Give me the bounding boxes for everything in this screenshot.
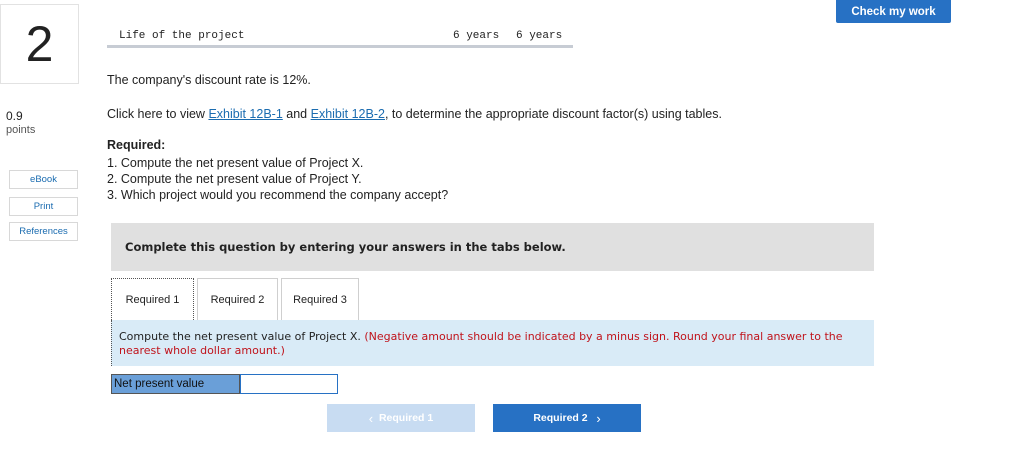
ebook-button[interactable]: eBook (9, 170, 78, 189)
required-heading: Required: (107, 138, 166, 152)
references-button[interactable]: References (9, 222, 78, 241)
prev-label: Required 1 (378, 412, 434, 424)
npv-label: Net present value (111, 374, 240, 394)
required-tabs: Required 1 Required 2 Required 3 (111, 278, 362, 321)
question-number: 2 (0, 4, 79, 84)
exhibit-12b-2-link[interactable]: Exhibit 12B-2 (311, 107, 385, 121)
exhibit-12b-1-link[interactable]: Exhibit 12B-1 (208, 107, 282, 121)
instruction-main: Compute the net present value of Project… (119, 330, 365, 343)
exhibit-instruction: Click here to view Exhibit 12B-1 and Exh… (107, 107, 722, 121)
required-list: 1. Compute the net present value of Proj… (107, 155, 448, 203)
discount-rate-text: The company's discount rate is 12%. (107, 73, 311, 87)
exhibit-suffix: , to determine the appropriate discount … (384, 107, 722, 121)
next-required-button[interactable]: Required 2 › (493, 404, 641, 432)
project-life-row: Life of the project 6 years 6 years (107, 28, 573, 48)
project-life-label: Life of the project (119, 30, 245, 42)
required-item: 2. Compute the net present value of Proj… (107, 172, 362, 186)
required-item: 1. Compute the net present value of Proj… (107, 156, 364, 170)
project-x-life: 6 years (453, 30, 500, 42)
chevron-left-icon: ‹ (368, 410, 374, 426)
tab-required-1[interactable]: Required 1 (111, 278, 194, 320)
tab-instruction: Compute the net present value of Project… (111, 320, 874, 366)
check-my-work-button[interactable]: Check my work (836, 0, 951, 23)
print-button[interactable]: Print (9, 197, 78, 216)
prev-required-button: ‹ Required 1 (327, 404, 475, 432)
npv-input[interactable] (240, 374, 338, 394)
next-label: Required 2 (533, 412, 588, 424)
tab-required-3[interactable]: Required 3 (281, 278, 359, 320)
required-item: 3. Which project would you recommend the… (107, 188, 449, 202)
exhibit-and: and (282, 107, 311, 121)
points-label: points (6, 124, 36, 136)
tab-required-2[interactable]: Required 2 (197, 278, 278, 320)
points-value: 0.9 (6, 109, 23, 123)
chevron-right-icon: › (596, 410, 601, 426)
project-y-life: 6 years (516, 30, 563, 42)
answer-tabs-banner: Complete this question by entering your … (111, 223, 874, 271)
exhibit-prefix: Click here to view (107, 107, 209, 121)
